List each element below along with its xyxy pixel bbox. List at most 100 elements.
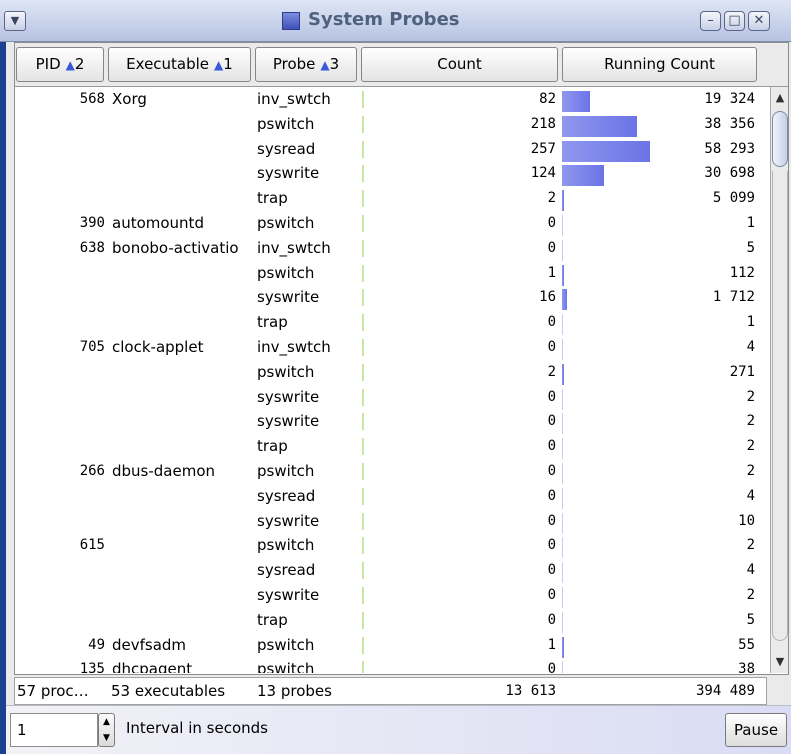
- spin-down-icon[interactable]: ▼: [99, 730, 114, 746]
- table-row[interactable]: syswrite 124 30 698: [15, 161, 770, 187]
- cell-probe: pswitch: [257, 114, 315, 133]
- cell-count: 82: [539, 91, 556, 107]
- cell-running-count: 2: [746, 587, 755, 603]
- cell-running-count: 38 356: [704, 115, 755, 132]
- table-row[interactable]: sysread 257 58 293: [15, 137, 770, 162]
- cell-count: 0: [547, 487, 556, 504]
- cell-running-count: 2: [746, 463, 755, 479]
- table-row[interactable]: 266 dbus-daemon pswitch 0 2: [15, 459, 770, 484]
- cell-probe: inv_swtch: [257, 338, 331, 356]
- column-header-probe[interactable]: Probe ▲3: [255, 47, 357, 82]
- cell-probe: trap: [257, 189, 288, 208]
- column-header-running-count[interactable]: Running Count: [562, 47, 757, 82]
- maximize-button[interactable]: □: [724, 11, 745, 31]
- cell-running-count: 19 324: [704, 91, 755, 107]
- cell-count: 1: [547, 264, 556, 281]
- cell-probe: sysread: [257, 139, 316, 158]
- table-row[interactable]: pswitch 1 112: [15, 261, 770, 286]
- cell-count: 257: [530, 140, 556, 157]
- table-row[interactable]: pswitch 2 271: [15, 360, 770, 385]
- table-row[interactable]: 49 devfsadm pswitch 1 55: [15, 633, 770, 658]
- window-menu-button[interactable]: ▼: [4, 11, 26, 31]
- cell-pid: 390: [79, 215, 105, 231]
- table-row[interactable]: syswrite 0 2: [15, 385, 770, 410]
- cell-pid: 568: [79, 91, 105, 107]
- cell-count: 2: [547, 190, 556, 207]
- cell-count: 0: [547, 661, 556, 673]
- window-client: PID ▲2 Executable ▲1 Probe ▲3 Count Running…: [6, 42, 791, 754]
- column-label: Executable: [126, 55, 210, 73]
- interval-spin-input[interactable]: 1: [10, 713, 98, 747]
- cell-count: 218: [530, 115, 556, 132]
- chevron-down-icon: ▼: [10, 14, 20, 27]
- sort-rank: 3: [329, 55, 340, 73]
- table-row[interactable]: trap 0 1: [15, 310, 770, 336]
- total-processes: 57 proc…: [17, 682, 89, 700]
- table-row[interactable]: trap 0 2: [15, 434, 770, 460]
- probe-table: PID ▲2 Executable ▲1 Probe ▲3 Count Running…: [14, 42, 789, 675]
- scrollbar-thumb[interactable]: [772, 111, 788, 167]
- table-row[interactable]: 568 Xorg inv_swtch 82 19 324: [15, 87, 770, 112]
- cell-running-count: 1 712: [712, 289, 755, 306]
- title-bar: ▼ System Probes – □ ✕: [0, 0, 791, 42]
- cell-probe: sysread: [257, 486, 316, 505]
- cell-probe: pswitch: [257, 635, 315, 654]
- cell-running-count: 2: [746, 438, 755, 455]
- cell-count: 124: [530, 165, 556, 182]
- column-header-executable[interactable]: Executable ▲1: [108, 47, 251, 82]
- column-header-count[interactable]: Count: [361, 47, 558, 82]
- column-label: Probe: [272, 55, 316, 73]
- table-row[interactable]: syswrite 0 10: [15, 509, 770, 534]
- table-row[interactable]: syswrite 0 2: [15, 409, 770, 435]
- table-row[interactable]: 705 clock-applet inv_swtch 0 4: [15, 335, 770, 360]
- table-row[interactable]: pswitch 218 38 356: [15, 112, 770, 137]
- arrow-up-icon: ▲: [775, 91, 785, 104]
- minimize-button[interactable]: –: [700, 11, 721, 31]
- table-row[interactable]: trap 2 5 099: [15, 186, 770, 212]
- cell-probe: syswrite: [257, 412, 320, 431]
- close-button[interactable]: ✕: [748, 11, 770, 31]
- cell-probe: syswrite: [257, 164, 320, 183]
- table-row[interactable]: sysread 0 4: [15, 558, 770, 584]
- cell-running-count: 55: [738, 636, 755, 653]
- cell-probe: pswitch: [257, 263, 315, 282]
- cell-executable: devfsadm: [112, 635, 187, 654]
- table-row[interactable]: 135 dhcpagent pswitch 0 38: [15, 657, 770, 673]
- interval-spinner[interactable]: ▲ ▼: [98, 713, 115, 747]
- cell-running-count: 30 698: [704, 165, 755, 182]
- cell-running-count: 5: [746, 239, 755, 256]
- table-row[interactable]: syswrite 16 1 712: [15, 285, 770, 311]
- pause-button[interactable]: Pause: [725, 713, 787, 747]
- vertical-scrollbar[interactable]: ▲ ▼: [770, 87, 788, 673]
- cell-running-count: 4: [746, 339, 755, 355]
- cell-executable: dhcpagent: [112, 660, 193, 673]
- scrollbar-track[interactable]: [772, 171, 788, 641]
- cell-running-count: 1: [746, 215, 755, 231]
- cell-running-count: 271: [729, 363, 755, 380]
- table-row[interactable]: 390 automountd pswitch 0 1: [15, 211, 770, 236]
- arrow-down-icon: ▼: [775, 655, 785, 668]
- scroll-up-button[interactable]: ▲: [772, 89, 788, 107]
- scroll-down-button[interactable]: ▼: [772, 653, 788, 671]
- cell-executable: automountd: [112, 214, 204, 232]
- table-row[interactable]: syswrite 0 2: [15, 583, 770, 608]
- cell-running-count: 4: [746, 487, 755, 504]
- cell-probe: syswrite: [257, 511, 320, 530]
- spin-up-icon[interactable]: ▲: [99, 714, 114, 730]
- total-count: 13 613: [505, 683, 556, 699]
- cell-probe: pswitch: [257, 536, 315, 555]
- cell-probe: inv_swtch: [257, 90, 331, 108]
- cell-running-count: 10: [738, 512, 755, 529]
- table-row[interactable]: trap 0 5: [15, 608, 770, 633]
- column-header-pid[interactable]: PID ▲2: [16, 47, 104, 82]
- cell-probe: pswitch: [257, 660, 315, 673]
- cell-executable: clock-applet: [112, 338, 204, 356]
- cell-running-count: 2: [746, 388, 755, 405]
- cell-count: 2: [547, 363, 556, 380]
- total-probes: 13 probes: [257, 682, 332, 700]
- table-header: PID ▲2 Executable ▲1 Probe ▲3 Count Running…: [15, 43, 788, 87]
- table-row[interactable]: 638 bonobo-activatio inv_swtch 0 5: [15, 236, 770, 261]
- table-row[interactable]: sysread 0 4: [15, 484, 770, 509]
- table-row[interactable]: 615 pswitch 0 2: [15, 533, 770, 559]
- cell-executable: bonobo-activatio: [112, 238, 239, 257]
